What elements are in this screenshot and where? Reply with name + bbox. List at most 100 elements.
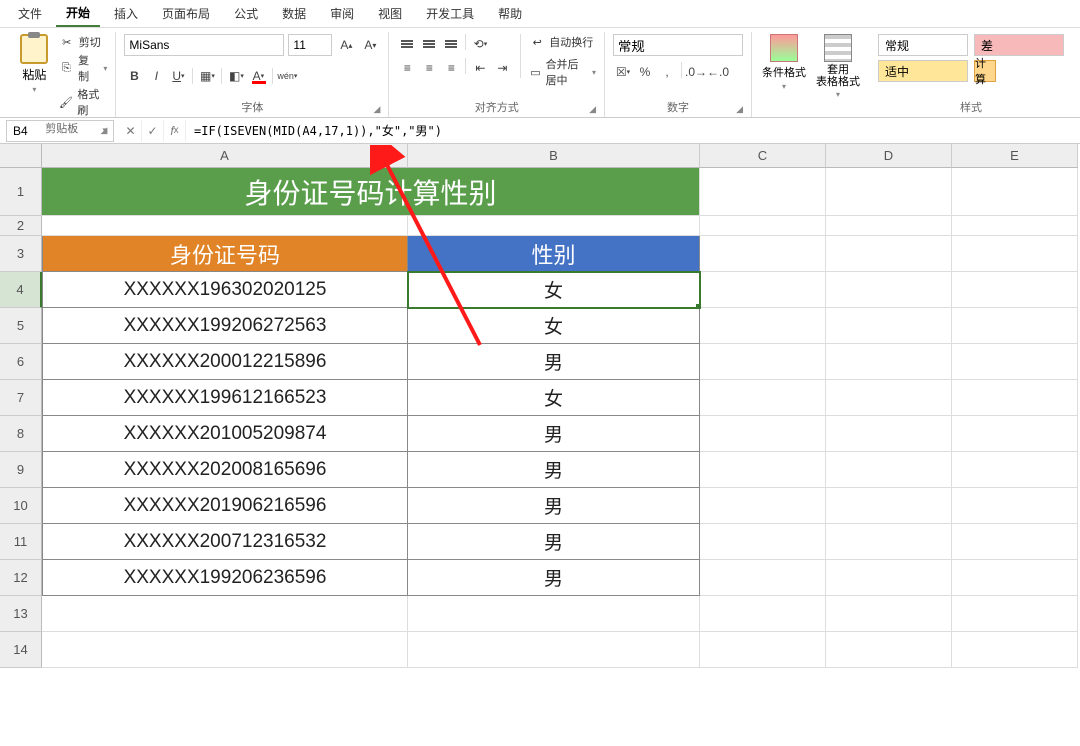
cell-E7[interactable] (952, 380, 1078, 416)
cell-B2[interactable] (408, 216, 700, 236)
decrease-decimal-button[interactable]: ←.0 (708, 62, 728, 82)
cell-A7[interactable]: XXXXXX199612166523 (42, 380, 408, 416)
cell-A6[interactable]: XXXXXX200012215896 (42, 344, 408, 380)
phonetic-button[interactable]: wén▾ (277, 66, 297, 86)
cell-C4[interactable] (700, 272, 826, 308)
font-family-select[interactable] (124, 34, 284, 56)
cell-D4[interactable] (826, 272, 952, 308)
currency-button[interactable]: ☒▾ (613, 62, 633, 82)
cell-A5[interactable]: XXXXXX199206272563 (42, 308, 408, 344)
align-bottom-button[interactable] (441, 34, 461, 54)
paste-button[interactable]: 粘贴 ▾ (16, 34, 53, 94)
header-id[interactable]: 身份证号码 (42, 236, 408, 272)
row-header-7[interactable]: 7 (0, 380, 42, 416)
menu-insert[interactable]: 插入 (104, 1, 148, 26)
cell-D9[interactable] (826, 452, 952, 488)
cut-button[interactable]: ✂剪切 (59, 34, 108, 50)
cancel-formula-button[interactable]: ✕ (120, 120, 142, 142)
wrap-text-button[interactable]: ↩自动换行 (529, 34, 596, 50)
align-middle-button[interactable] (419, 34, 439, 54)
merge-center-button[interactable]: ▭合并后居中▾ (529, 56, 596, 88)
cell-D7[interactable] (826, 380, 952, 416)
cell-E2[interactable] (952, 216, 1078, 236)
menu-dev[interactable]: 开发工具 (416, 1, 484, 26)
decrease-font-button[interactable]: A▾ (360, 35, 380, 55)
style-bad[interactable]: 差 (974, 34, 1064, 56)
cell-D10[interactable] (826, 488, 952, 524)
row-header-8[interactable]: 8 (0, 416, 42, 452)
style-normal[interactable]: 常规 (878, 34, 968, 56)
col-header-A[interactable]: A (42, 144, 408, 168)
formula-input[interactable] (186, 120, 1080, 142)
align-right-button[interactable]: ≡ (441, 58, 461, 78)
cell-B9[interactable]: 男 (408, 452, 700, 488)
cell-C9[interactable] (700, 452, 826, 488)
cell-A11[interactable]: XXXXXX200712316532 (42, 524, 408, 560)
menu-layout[interactable]: 页面布局 (152, 1, 220, 26)
cell-E4[interactable] (952, 272, 1078, 308)
comma-button[interactable]: , (657, 62, 677, 82)
col-header-B[interactable]: B (408, 144, 700, 168)
increase-font-button[interactable]: A▴ (336, 35, 356, 55)
cell-C1[interactable] (700, 168, 826, 216)
fx-button[interactable]: fx (164, 120, 186, 142)
col-header-D[interactable]: D (826, 144, 952, 168)
row-header-11[interactable]: 11 (0, 524, 42, 560)
cell-E5[interactable] (952, 308, 1078, 344)
font-color-button[interactable]: A▾ (248, 66, 268, 86)
row-header-4[interactable]: 4 (0, 272, 42, 308)
cell-E3[interactable] (952, 236, 1078, 272)
cell-D12[interactable] (826, 560, 952, 596)
cell-A2[interactable] (42, 216, 408, 236)
menu-home[interactable]: 开始 (56, 0, 100, 27)
cell-B5[interactable]: 女 (408, 308, 700, 344)
menu-help[interactable]: 帮助 (488, 1, 532, 26)
table-format-button[interactable]: 套用 表格格式 ▾ (814, 34, 862, 99)
menu-data[interactable]: 数据 (272, 1, 316, 26)
title-cell[interactable]: 身份证号码计算性别 (42, 168, 700, 216)
style-calc[interactable]: 计算 (974, 60, 996, 82)
row-header-1[interactable]: 1 (0, 168, 42, 216)
cell-B11[interactable]: 男 (408, 524, 700, 560)
cell-C8[interactable] (700, 416, 826, 452)
row-header-2[interactable]: 2 (0, 216, 42, 236)
align-center-button[interactable]: ≡ (419, 58, 439, 78)
row-header-10[interactable]: 10 (0, 488, 42, 524)
header-gender[interactable]: 性别 (408, 236, 700, 272)
cell-D6[interactable] (826, 344, 952, 380)
indent-increase-button[interactable]: ⇥ (492, 58, 512, 78)
bold-button[interactable]: B (124, 66, 144, 86)
italic-button[interactable]: I (146, 66, 166, 86)
row-header-6[interactable]: 6 (0, 344, 42, 380)
align-top-button[interactable] (397, 34, 417, 54)
cell-C2[interactable] (700, 216, 826, 236)
cell-D3[interactable] (826, 236, 952, 272)
number-format-select[interactable] (613, 34, 743, 56)
format-painter-button[interactable]: 🖌格式刷 (59, 86, 108, 118)
font-launcher-icon[interactable]: ◢ (374, 104, 381, 115)
cell-C7[interactable] (700, 380, 826, 416)
accept-formula-button[interactable]: ✓ (142, 120, 164, 142)
cell-E8[interactable] (952, 416, 1078, 452)
cell-E12[interactable] (952, 560, 1078, 596)
cell-E10[interactable] (952, 488, 1078, 524)
indent-decrease-button[interactable]: ⇤ (470, 58, 490, 78)
menu-review[interactable]: 审阅 (320, 1, 364, 26)
orientation-button[interactable]: ⟲▾ (470, 34, 490, 54)
cell-E11[interactable] (952, 524, 1078, 560)
cell-C12[interactable] (700, 560, 826, 596)
cell-C6[interactable] (700, 344, 826, 380)
cell-E9[interactable] (952, 452, 1078, 488)
alignment-launcher-icon[interactable]: ◢ (589, 104, 596, 115)
borders-button[interactable]: ▦▾ (197, 66, 217, 86)
cell-D5[interactable] (826, 308, 952, 344)
cell-D11[interactable] (826, 524, 952, 560)
menu-formula[interactable]: 公式 (224, 1, 268, 26)
cell-B6[interactable]: 男 (408, 344, 700, 380)
cell-C5[interactable] (700, 308, 826, 344)
row-header-14[interactable]: 14 (0, 632, 42, 668)
increase-decimal-button[interactable]: .0→ (686, 62, 706, 82)
conditional-format-button[interactable]: 条件格式 ▾ (760, 34, 808, 91)
cell-D2[interactable] (826, 216, 952, 236)
col-header-C[interactable]: C (700, 144, 826, 168)
